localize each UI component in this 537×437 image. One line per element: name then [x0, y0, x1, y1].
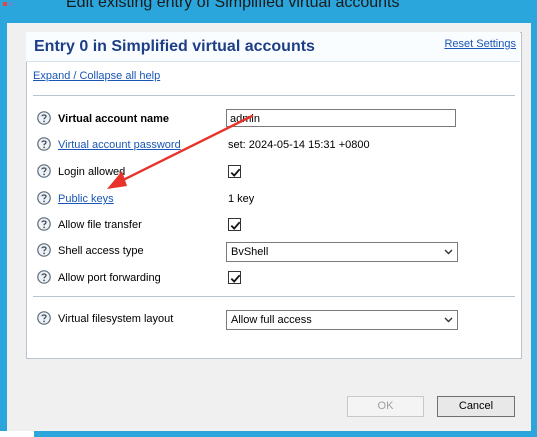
window-titlebar[interactable]: Edit existing entry of Simplified virtua… [0, 0, 537, 23]
password-set-value: set: 2024-05-14 15:31 +0800 [228, 139, 370, 151]
reset-settings-link[interactable]: Reset Settings [444, 38, 516, 50]
chevron-down-icon [444, 317, 453, 323]
account-name-input[interactable]: admin [226, 109, 456, 127]
taskbar-strip [0, 431, 34, 437]
cancel-button[interactable]: Cancel [437, 396, 515, 417]
account-name-label: Virtual account name [58, 113, 170, 125]
public-keys-count: 1 key [228, 193, 255, 205]
fs-layout-label: Virtual filesystem layout [58, 313, 174, 325]
window-frame-bottom [0, 431, 537, 437]
question-mark-circle-icon[interactable] [37, 191, 51, 205]
question-mark-circle-icon[interactable] [37, 243, 51, 257]
checkmark-icon [230, 274, 241, 283]
question-mark-circle-icon[interactable] [37, 311, 51, 325]
window-title: Edit existing entry of Simplified virtua… [66, 0, 400, 11]
login-allowed-checkbox[interactable] [228, 165, 241, 178]
fs-layout-select[interactable]: Allow full access [226, 310, 458, 330]
chevron-down-icon [444, 249, 453, 255]
question-mark-circle-icon[interactable] [37, 270, 51, 284]
ok-button[interactable]: OK [347, 396, 424, 417]
public-keys-link[interactable]: Public keys [58, 193, 114, 205]
fs-layout-value: Allow full access [231, 314, 312, 326]
question-mark-circle-icon[interactable] [37, 217, 51, 231]
port-forwarding-label: Allow port forwarding [58, 272, 161, 284]
app-icon [3, 2, 13, 6]
file-transfer-label: Allow file transfer [58, 219, 142, 231]
shell-access-value: BvShell [231, 246, 269, 258]
shell-access-select[interactable]: BvShell [226, 242, 458, 262]
file-transfer-checkbox[interactable] [228, 218, 241, 231]
divider [33, 95, 515, 96]
port-forwarding-checkbox[interactable] [228, 271, 241, 284]
account-password-link[interactable]: Virtual account password [58, 139, 181, 151]
panel-header: Entry 0 in Simplified virtual accounts R… [26, 32, 520, 62]
panel-title: Entry 0 in Simplified virtual accounts [34, 38, 315, 55]
checkmark-icon [230, 221, 241, 230]
login-allowed-label: Login allowed [58, 166, 126, 178]
question-mark-circle-icon[interactable] [37, 164, 51, 178]
window-frame-right [531, 23, 537, 437]
checkmark-icon [230, 168, 241, 177]
divider [33, 296, 515, 297]
window-frame-left [0, 23, 7, 437]
question-mark-circle-icon[interactable] [37, 137, 51, 151]
shell-access-label: Shell access type [58, 245, 144, 257]
question-mark-circle-icon[interactable] [37, 111, 51, 125]
expand-collapse-help-link[interactable]: Expand / Collapse all help [33, 70, 160, 82]
